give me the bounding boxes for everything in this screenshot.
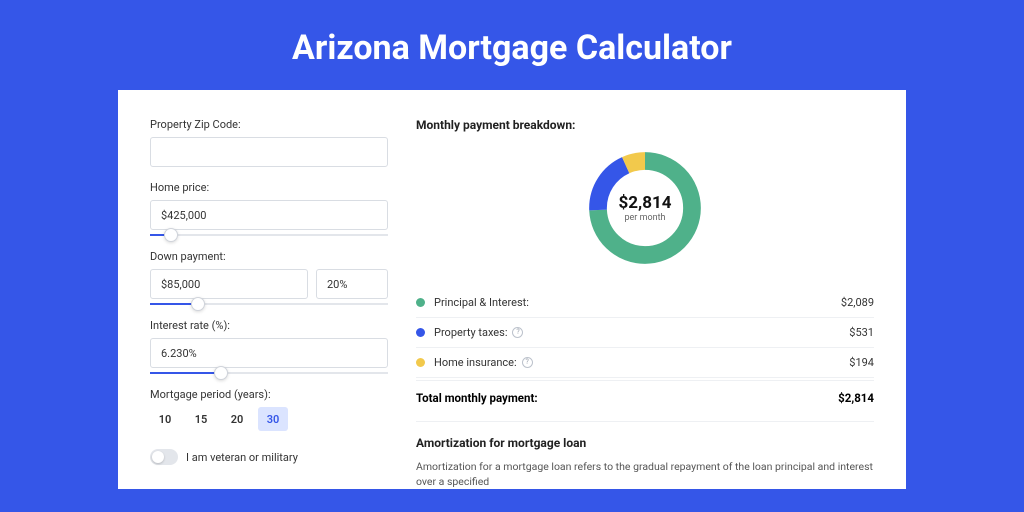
field-down-payment: Down payment: — [150, 250, 388, 305]
form-panel: Property Zip Code: Home price: Down paym… — [150, 118, 388, 489]
down-payment-slider[interactable] — [150, 303, 388, 305]
home-price-input[interactable] — [150, 200, 388, 230]
legend-value: $194 — [849, 356, 874, 369]
amort-body: Amortization for a mortgage loan refers … — [416, 460, 874, 489]
donut-value: $2,814 — [619, 193, 672, 213]
interest-label: Interest rate (%): — [150, 319, 388, 332]
interest-slider[interactable] — [150, 372, 388, 374]
home-price-label: Home price: — [150, 181, 388, 194]
period-btn-15[interactable]: 15 — [186, 407, 216, 431]
breakdown-title: Monthly payment breakdown: — [416, 118, 874, 132]
total-value: $2,814 — [838, 391, 874, 405]
legend-insurance: Home insurance:? $194 — [416, 348, 874, 378]
period-options: 10 15 20 30 — [150, 407, 388, 431]
field-home-price: Home price: — [150, 181, 388, 236]
down-payment-label: Down payment: — [150, 250, 388, 263]
donut-wrap: $2,814 per month — [416, 146, 874, 270]
dot-icon — [416, 298, 425, 307]
amort-title: Amortization for mortgage loan — [416, 436, 874, 450]
calculator-card: Property Zip Code: Home price: Down paym… — [118, 90, 906, 489]
amortization-section: Amortization for mortgage loan Amortizat… — [416, 421, 874, 489]
down-payment-pct-input[interactable] — [316, 269, 388, 299]
total-label: Total monthly payment: — [416, 391, 538, 405]
veteran-label: I am veteran or military — [186, 451, 298, 464]
home-price-slider[interactable] — [150, 234, 388, 236]
field-interest: Interest rate (%): — [150, 319, 388, 374]
period-btn-20[interactable]: 20 — [222, 407, 252, 431]
legend-label: Property taxes:? — [434, 326, 849, 339]
field-zip: Property Zip Code: — [150, 118, 388, 167]
page-title: Arizona Mortgage Calculator — [0, 0, 1024, 90]
legend-taxes: Property taxes:? $531 — [416, 318, 874, 348]
donut-chart: $2,814 per month — [583, 146, 707, 270]
field-period: Mortgage period (years): 10 15 20 30 — [150, 388, 388, 431]
period-btn-10[interactable]: 10 — [150, 407, 180, 431]
veteran-toggle[interactable] — [150, 449, 178, 465]
info-icon[interactable]: ? — [512, 327, 523, 338]
period-label: Mortgage period (years): — [150, 388, 388, 401]
donut-center: $2,814 per month — [583, 146, 707, 270]
zip-label: Property Zip Code: — [150, 118, 388, 131]
dot-icon — [416, 328, 425, 337]
zip-input[interactable] — [150, 137, 388, 167]
total-row: Total monthly payment: $2,814 — [416, 380, 874, 421]
interest-input[interactable] — [150, 338, 388, 368]
dot-icon — [416, 358, 425, 367]
period-btn-30[interactable]: 30 — [258, 407, 288, 431]
donut-sub: per month — [624, 213, 665, 223]
down-payment-input[interactable] — [150, 269, 308, 299]
breakdown-panel: Monthly payment breakdown: $2,814 per mo… — [416, 118, 874, 489]
legend-label: Principal & Interest: — [434, 296, 841, 309]
legend-label: Home insurance:? — [434, 356, 849, 369]
legend-principal: Principal & Interest: $2,089 — [416, 288, 874, 318]
info-icon[interactable]: ? — [522, 357, 533, 368]
veteran-row: I am veteran or military — [150, 449, 388, 465]
legend-value: $531 — [849, 326, 874, 339]
legend-value: $2,089 — [841, 296, 874, 309]
